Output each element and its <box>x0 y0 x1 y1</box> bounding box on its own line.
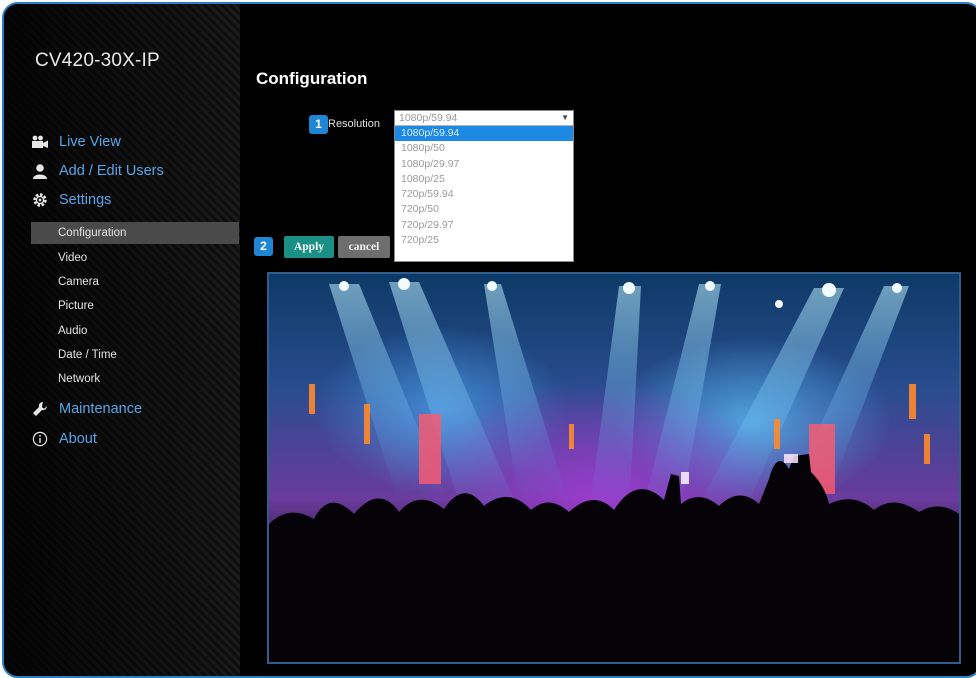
nav-about[interactable]: About <box>30 430 97 448</box>
callout-badge-1: 1 <box>309 115 328 134</box>
nav-add-edit-users[interactable]: Add / Edit Users <box>30 162 164 180</box>
nav-sub-configuration[interactable]: Configuration <box>31 222 239 244</box>
resolution-option[interactable]: 1080p/25 <box>395 172 573 187</box>
nav-sub-date-time[interactable]: Date / Time <box>31 344 239 366</box>
nav-about-label: About <box>59 431 97 447</box>
wrench-icon <box>30 400 50 418</box>
resolution-option[interactable]: 1080p/50 <box>395 141 573 156</box>
resolution-option[interactable]: 720p/50 <box>395 202 573 217</box>
nav-sub-camera[interactable]: Camera <box>31 271 239 293</box>
device-title: CV420-30X-IP <box>35 50 160 71</box>
resolution-option[interactable]: 1080p/59.94 <box>395 126 573 142</box>
resolution-option[interactable]: 1080p/29.97 <box>395 157 573 172</box>
apply-button[interactable]: Apply <box>284 236 334 258</box>
resolution-label: Resolution <box>328 118 380 130</box>
nav-settings-label: Settings <box>59 192 112 208</box>
nav-sub-video[interactable]: Video <box>31 247 239 269</box>
page-title: Configuration <box>256 69 368 88</box>
nav-live-view[interactable]: Live View <box>30 133 121 151</box>
chevron-down-icon[interactable]: ▼ <box>561 111 569 125</box>
nav-sub-audio[interactable]: Audio <box>31 320 239 342</box>
resolution-option[interactable]: 720p/59.94 <box>395 187 573 202</box>
nav-settings[interactable]: Settings <box>30 191 111 209</box>
resolution-option[interactable]: 720p/25 <box>395 233 573 248</box>
nav-live-view-label: Live View <box>59 134 121 150</box>
nav-sub-network[interactable]: Network <box>31 368 239 390</box>
resolution-selected-value[interactable]: 1080p/59.94 ▼ <box>395 111 573 126</box>
concert-scene-image <box>269 278 959 662</box>
resolution-select[interactable]: 1080p/59.94 ▼ 1080p/59.94 1080p/50 1080p… <box>394 110 574 262</box>
nav-sub-picture[interactable]: Picture <box>31 295 239 317</box>
callout-badge-2: 2 <box>254 237 273 256</box>
app-frame: CV420-30X-IP Live View Add / Edit Users … <box>2 2 976 678</box>
video-camera-icon <box>30 133 50 151</box>
sidebar: CV420-30X-IP Live View Add / Edit Users … <box>4 4 240 676</box>
nav-maintenance-label: Maintenance <box>59 401 143 417</box>
info-icon <box>30 430 50 448</box>
nav-add-edit-users-label: Add / Edit Users <box>59 163 164 179</box>
resolution-option[interactable]: 720p/29.97 <box>395 218 573 233</box>
nav-maintenance[interactable]: Maintenance <box>30 400 142 418</box>
gear-icon <box>30 191 50 209</box>
cancel-button[interactable]: cancel <box>338 236 390 258</box>
user-icon <box>30 162 50 180</box>
live-video-preview <box>267 272 961 664</box>
